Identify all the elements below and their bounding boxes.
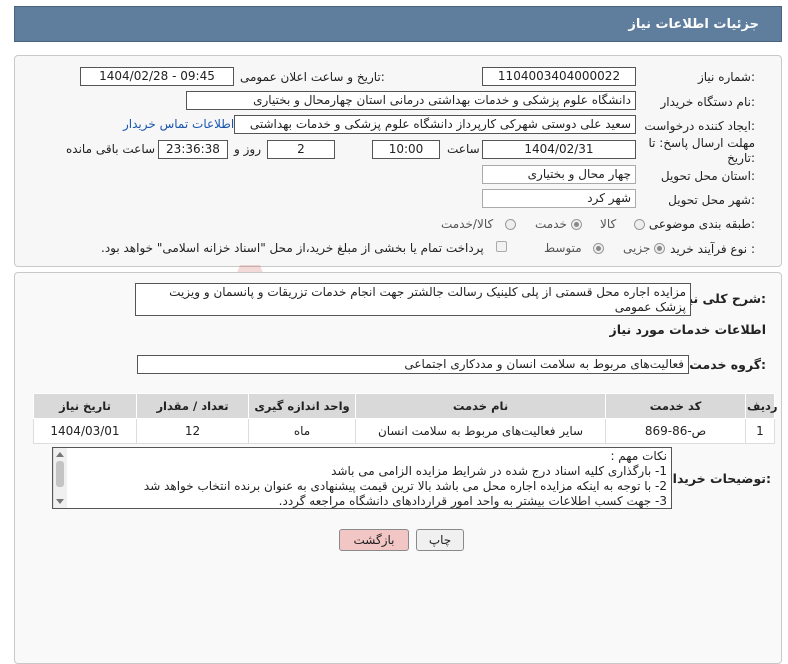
buyer-contact-link[interactable]: اطلاعات تماس خریدار (123, 117, 234, 131)
cell-row-number: 1 (745, 418, 775, 444)
col-service-name: نام خدمت (355, 393, 606, 419)
treasury-payment-checkbox[interactable] (496, 241, 507, 252)
services-table-header: تاریخ نیاز تعداد / مقدار واحد اندازه گیر… (33, 393, 778, 419)
category-option-service: خدمت (535, 217, 567, 231)
description-textarea[interactable]: مزایده اجاره محل قسمتی از پلی کلینیک رسا… (135, 283, 691, 316)
buyer-notes-textarea[interactable]: نکات مهم : 1- بارگذاری کلیه اسناد درج شد… (52, 447, 672, 509)
scrollbar-thumb[interactable] (56, 461, 64, 487)
scroll-down-icon[interactable] (56, 499, 64, 504)
category-label: طبقه بندی موضوعی: (648, 217, 755, 231)
page-title: جزئیات اطلاعات نیاز (628, 17, 759, 32)
buyer-notes-label: توضیحات خریدار: (665, 471, 771, 486)
deadline-label-line1: مهلت ارسال پاسخ: تا (648, 136, 755, 150)
announce-date-label: تاریخ و ساعت اعلان عمومی: (240, 70, 385, 84)
category-radio-service[interactable] (571, 219, 582, 230)
category-radio-goods[interactable] (634, 219, 645, 230)
notes-scrollbar[interactable] (53, 448, 67, 508)
deadline-time-field[interactable]: 10:00 (372, 140, 440, 159)
notes-line: 1- بارگذاری کلیه اسناد درج شده در شرایط … (331, 464, 667, 478)
city-field[interactable]: شهر کرد (482, 189, 636, 208)
back-button[interactable]: بازگشت (339, 529, 409, 551)
category-option-goods-service: کالا/خدمت (441, 217, 494, 231)
city-label: شهر محل تحویل: (668, 193, 755, 207)
process-radio-medium[interactable] (593, 243, 604, 254)
need-number-field[interactable]: 1104003404000022 (482, 67, 636, 86)
services-section-title: اطلاعات خدمات مورد نیاز (609, 322, 767, 337)
service-group-field[interactable]: فعالیت‌های مربوط به سلامت انسان و مددکار… (137, 355, 689, 374)
notes-line: 2- با توجه به اینکه مزایده اجاره محل می … (143, 479, 667, 493)
deadline-time-label: ساعت (447, 142, 480, 156)
service-group-label: گروه خدمت: (689, 357, 766, 372)
treasury-payment-note: پرداخت تمام یا بخشی از مبلغ خرید،از محل … (101, 241, 484, 255)
cell-unit: ماه (248, 418, 356, 444)
services-table: تاریخ نیاز تعداد / مقدار واحد اندازه گیر… (33, 393, 778, 444)
remaining-time-label: ساعت باقی مانده (66, 142, 156, 156)
process-radio-minor[interactable] (654, 243, 665, 254)
col-quantity: تعداد / مقدار (136, 393, 249, 419)
buyer-org-label: نام دستگاه خریدار: (660, 95, 756, 109)
col-service-code: کد خدمت (605, 393, 746, 419)
category-option-goods: کالا (600, 217, 617, 231)
table-row: 1404/03/01 12 ماه سایر فعالیت‌های مربوط … (33, 418, 775, 444)
process-type-label: نوع فرآیند خرید : (670, 242, 755, 256)
process-option-medium: متوسط (544, 241, 582, 255)
col-need-date: تاریخ نیاز (33, 393, 137, 419)
creator-label: ایجاد کننده درخواست: (644, 119, 755, 133)
page-header: جزئیات اطلاعات نیاز (14, 6, 782, 42)
cell-service-name: سایر فعالیت‌های مربوط به سلامت انسان (355, 418, 606, 444)
print-button[interactable]: چاپ (416, 529, 464, 551)
col-unit: واحد اندازه گیری (248, 393, 356, 419)
days-label: روز و (234, 142, 261, 156)
col-row-number: ردیف (745, 393, 778, 419)
process-option-minor: جزیی (623, 241, 651, 255)
province-label: استان محل تحویل: (660, 169, 755, 183)
deadline-date-field[interactable]: 1404/02/31 (482, 140, 636, 159)
province-field[interactable]: چهار محال و بختیاری (482, 165, 636, 184)
deadline-label: مهلت ارسال پاسخ: تا تاریخ: (648, 136, 755, 166)
notes-line: نکات مهم : (610, 449, 667, 463)
category-radio-goods-service[interactable] (505, 219, 516, 230)
notes-line: 3- جهت کسب اطلاعات بیشتر به واحد امور قر… (278, 494, 667, 508)
creator-field[interactable]: سعید علی دوستی شهرکی کارپرداز دانشگاه عل… (234, 115, 636, 134)
cell-need-date: 1404/03/01 (33, 418, 137, 444)
scroll-up-icon[interactable] (56, 452, 64, 457)
announce-date-field[interactable]: 1404/02/28 - 09:45 (80, 67, 234, 86)
cell-service-code: ص-86-869 (605, 418, 746, 444)
buyer-org-field[interactable]: دانشگاه علوم پزشکی و خدمات بهداشتی درمان… (186, 91, 636, 110)
remaining-time-field[interactable]: 23:36:38 (158, 140, 228, 159)
cell-quantity: 12 (136, 418, 249, 444)
need-number-label: شماره نیاز: (697, 70, 755, 84)
description-text: مزایده اجاره محل قسمتی از پلی کلینیک رسا… (169, 285, 686, 314)
deadline-label-line2: تاریخ: (727, 151, 755, 165)
days-remaining-field[interactable]: 2 (267, 140, 335, 159)
